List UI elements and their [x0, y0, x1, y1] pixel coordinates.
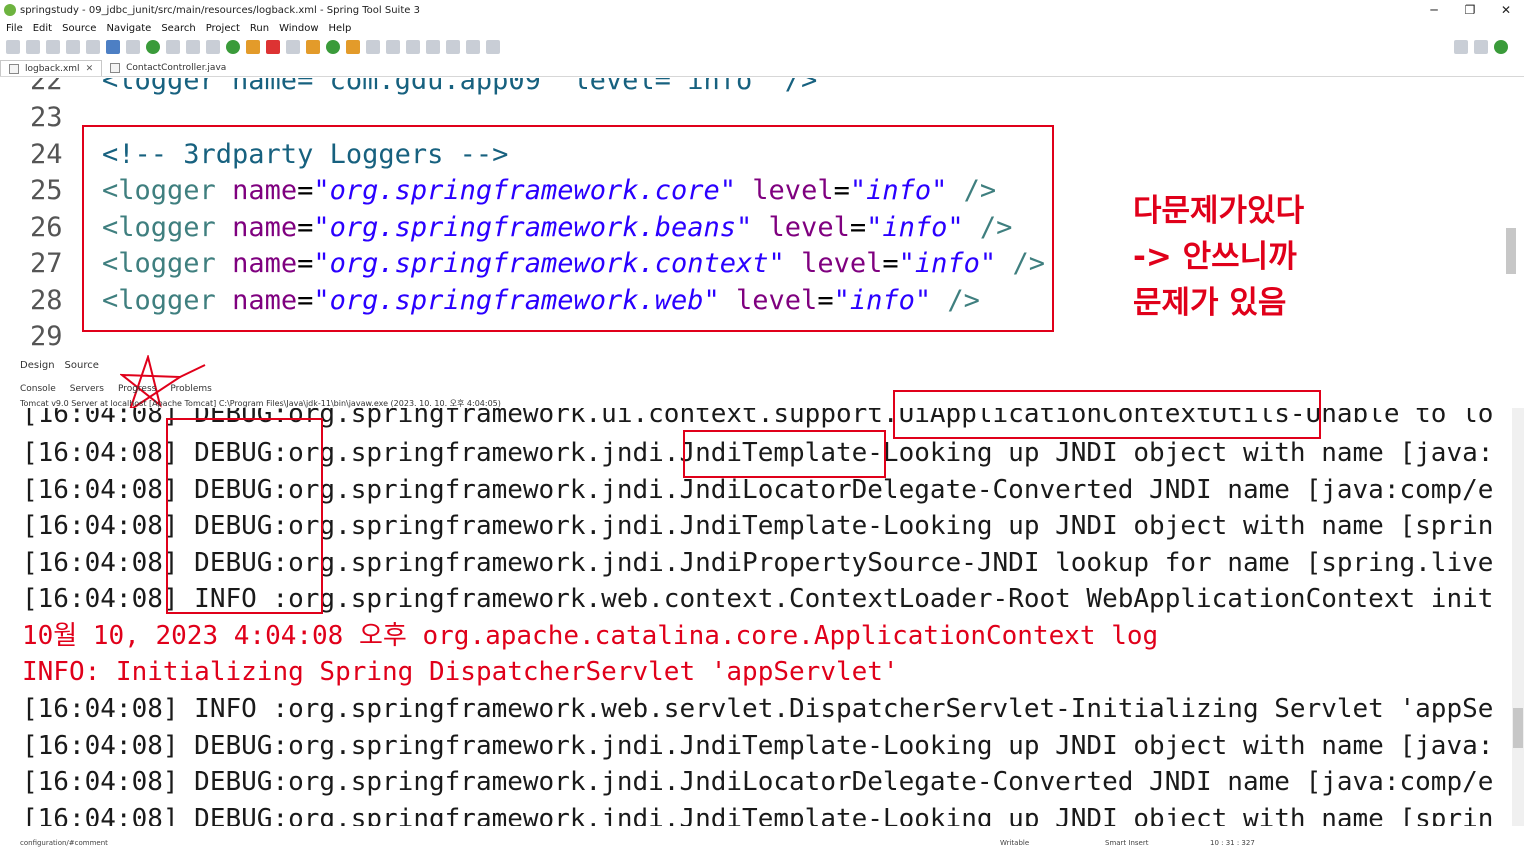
- minimize-icon[interactable]: ─: [1416, 0, 1452, 20]
- toolbar-right: [1454, 40, 1514, 54]
- pin-editor-icon[interactable]: [486, 40, 500, 54]
- debug-icon[interactable]: [206, 40, 220, 54]
- line-number: 26: [30, 212, 63, 243]
- java-file-icon: [110, 63, 121, 73]
- deploy-icon[interactable]: [286, 40, 300, 54]
- menu-bar: File Edit Source Navigate Search Project…: [0, 20, 1524, 36]
- refresh-icon[interactable]: [166, 40, 180, 54]
- console-line: [16:04:08] DEBUG:org.springframework.jnd…: [22, 804, 1494, 826]
- quick-search-icon[interactable]: [1454, 40, 1468, 54]
- window-title: springstudy - 09_jdbc_junit/src/main/res…: [20, 4, 420, 16]
- menu-help[interactable]: Help: [329, 23, 352, 34]
- status-cursor-position: 10 : 31 : 327: [1210, 838, 1255, 847]
- restore-icon[interactable]: ❐: [1452, 0, 1488, 20]
- title-bar: springstudy - 09_jdbc_junit/src/main/res…: [0, 0, 1524, 20]
- new-icon[interactable]: [6, 40, 20, 54]
- console-line: [16:04:08] DEBUG:org.springframework.jnd…: [22, 731, 1494, 761]
- tab-problems[interactable]: Problems: [170, 384, 211, 394]
- coverage-icon[interactable]: [246, 40, 260, 54]
- open-type-icon[interactable]: [346, 40, 360, 54]
- tab-design[interactable]: Design: [20, 360, 55, 371]
- xml-file-icon: [9, 64, 19, 74]
- console-line-error: INFO: Initializing Spring DispatcherServ…: [22, 657, 899, 687]
- annotation-line: 다문제가있다: [1133, 193, 1305, 229]
- back-icon[interactable]: [446, 40, 460, 54]
- tab-logback-xml[interactable]: logback.xml ✕: [0, 60, 103, 76]
- annotation-note: 다문제가있다 -> 안쓰니까 문제가 있음: [1133, 188, 1304, 326]
- highlight-box-log-level: [166, 418, 323, 614]
- annotation-line: 문제가 있음: [1133, 285, 1287, 321]
- annotation-icon[interactable]: [386, 40, 400, 54]
- line-number-gutter: 22 23 24 25 26 27 28 29: [20, 78, 80, 346]
- line-number: 27: [30, 248, 63, 279]
- spring-perspective-icon[interactable]: [1494, 40, 1508, 54]
- scrollbar-thumb[interactable]: [1513, 708, 1523, 748]
- menu-project[interactable]: Project: [206, 23, 240, 34]
- terminal-icon[interactable]: [106, 40, 120, 54]
- highlight-box-jnditemplate: [683, 430, 886, 478]
- external-tools-icon[interactable]: [186, 40, 200, 54]
- status-path: configuration/#comment: [20, 838, 108, 847]
- line-number: 23: [30, 102, 63, 133]
- line-number: 25: [30, 175, 63, 206]
- print-icon[interactable]: [66, 40, 80, 54]
- menu-window[interactable]: Window: [279, 23, 318, 34]
- highlight-box-loggers: [82, 125, 1054, 332]
- highlight-box-uiapplicationcontextutils: [893, 390, 1321, 439]
- console-line: [16:04:08] DEBUG:org.springframework.jnd…: [22, 767, 1494, 797]
- stop-icon[interactable]: [266, 40, 280, 54]
- tab-label: logback.xml: [25, 63, 80, 74]
- line-number: 29: [30, 321, 63, 347]
- tab-progress[interactable]: Progress: [118, 384, 156, 394]
- status-bar: configuration/#comment Writable Smart In…: [0, 838, 1524, 847]
- menu-source[interactable]: Source: [62, 23, 96, 34]
- window-controls: ─ ❐ ✕: [1416, 0, 1524, 20]
- console-scrollbar[interactable]: [1512, 408, 1524, 826]
- save-all-icon[interactable]: [46, 40, 60, 54]
- menu-navigate[interactable]: Navigate: [106, 23, 151, 34]
- globe-icon[interactable]: [406, 40, 420, 54]
- status-writable: Writable: [1000, 838, 1030, 847]
- console-line: [16:04:08] INFO :org.springframework.web…: [22, 694, 1494, 724]
- tab-label: ContactController.java: [126, 63, 227, 73]
- search-tool-icon[interactable]: [366, 40, 380, 54]
- new-package-icon[interactable]: [326, 40, 340, 54]
- tab-servers[interactable]: Servers: [70, 384, 104, 394]
- menu-file[interactable]: File: [6, 23, 23, 34]
- scrollbar-thumb[interactable]: [1506, 228, 1516, 274]
- line-number: 22: [30, 78, 63, 96]
- spring-app-icon: [4, 4, 16, 16]
- editor-scrollbar[interactable]: [1504, 78, 1518, 346]
- menu-search[interactable]: Search: [161, 23, 195, 34]
- code-line-22: <logger name="com.gdu.app09" level="info…: [102, 78, 818, 96]
- new-class-icon[interactable]: [306, 40, 320, 54]
- run-icon[interactable]: [226, 40, 240, 54]
- main-toolbar: [0, 36, 1524, 58]
- annotation-line: -> 안쓰니까: [1133, 239, 1297, 275]
- tab-source[interactable]: Source: [65, 360, 99, 371]
- close-tab-icon[interactable]: ✕: [86, 64, 94, 74]
- editor-mode-tabs: Design Source: [20, 357, 109, 373]
- line-number: 28: [30, 285, 63, 316]
- menu-edit[interactable]: Edit: [33, 23, 52, 34]
- perspective-icon[interactable]: [1474, 40, 1488, 54]
- forward-icon[interactable]: [466, 40, 480, 54]
- line-number: 24: [30, 139, 63, 170]
- next-annotation-icon[interactable]: [426, 40, 440, 54]
- skip-breakpoints-icon[interactable]: [126, 40, 140, 54]
- status-insert-mode: Smart Insert: [1105, 838, 1149, 847]
- start-server-icon[interactable]: [146, 40, 160, 54]
- tab-contactcontroller-java[interactable]: ContactController.java: [102, 60, 234, 76]
- copy-icon[interactable]: [86, 40, 100, 54]
- close-icon[interactable]: ✕: [1488, 0, 1524, 20]
- tab-console[interactable]: Console: [20, 384, 56, 394]
- editor-tab-bar: logback.xml ✕ ContactController.java: [0, 60, 1524, 77]
- menu-run[interactable]: Run: [250, 23, 269, 34]
- console-line-error: 10월 10, 2023 4:04:08 오후 org.apache.catal…: [22, 621, 1159, 651]
- save-icon[interactable]: [26, 40, 40, 54]
